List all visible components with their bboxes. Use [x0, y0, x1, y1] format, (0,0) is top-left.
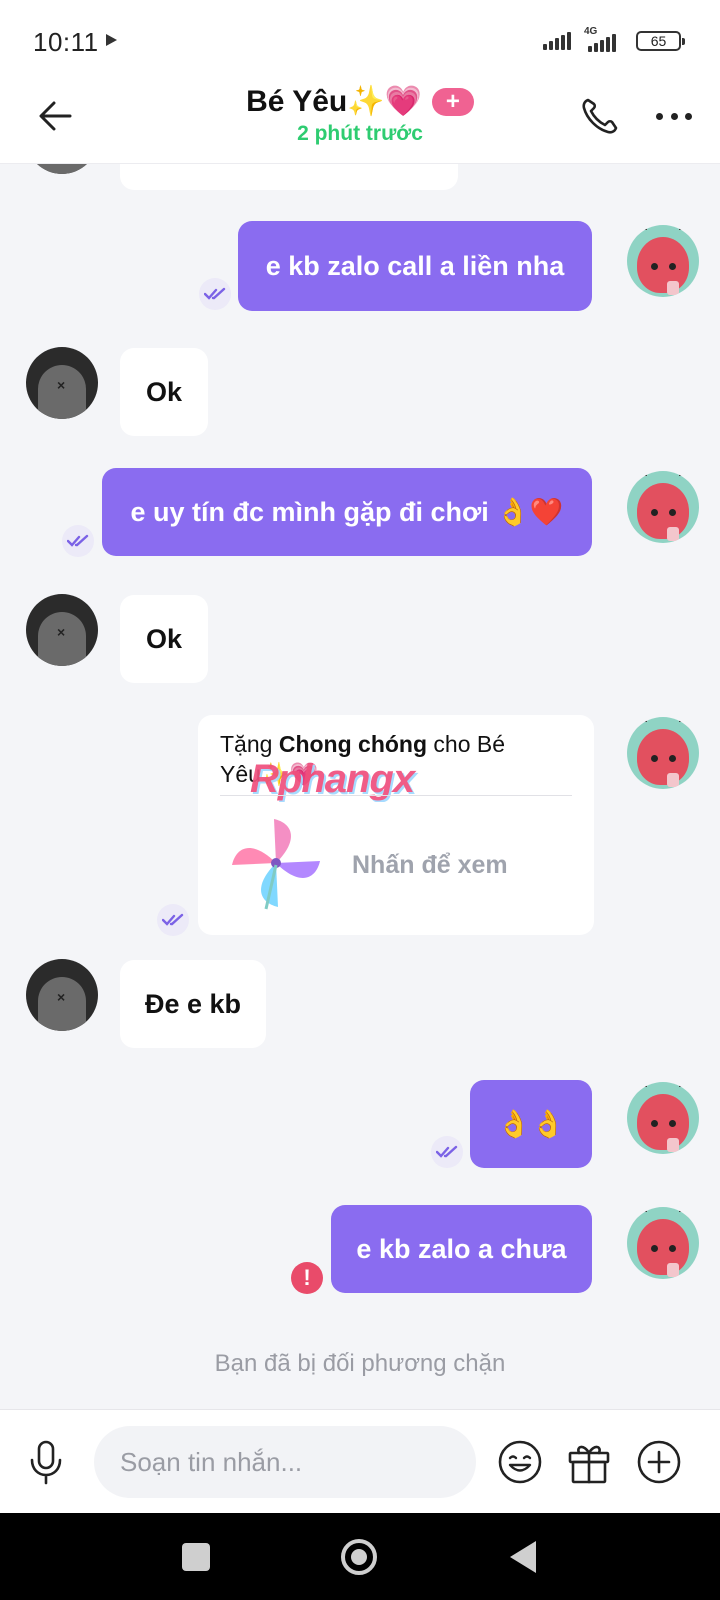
chat-header: Bé Yêu✨💗 + 2 phút trước	[0, 78, 720, 164]
play-icon	[106, 34, 117, 46]
more-dots-icon	[656, 112, 663, 120]
gift-message-card[interactable]: Tặng Chong chóng cho Bé Yêu✨💗 Rphangx Nh…	[198, 715, 594, 935]
gift-icon	[568, 1445, 610, 1484]
status-time: 10:11	[33, 27, 99, 57]
recents-button[interactable]	[182, 1543, 210, 1571]
gift-button[interactable]	[565, 1438, 613, 1486]
contact-avatar[interactable]: ×	[26, 347, 98, 419]
message-list[interactable]: × e kb zalo call a liền nha × Ok e uy tí…	[0, 164, 720, 1409]
contact-name: Bé Yêu✨💗	[246, 85, 422, 118]
my-avatar[interactable]	[627, 225, 699, 297]
message-bubble-incoming[interactable]: Đe e kb	[120, 960, 266, 1048]
double-check-icon	[62, 525, 94, 557]
status-bar: 10:11 4G 65	[0, 0, 720, 78]
message-bubble-incoming[interactable]	[120, 164, 458, 190]
more-options-button[interactable]	[652, 96, 696, 136]
contact-avatar[interactable]: ×	[26, 959, 98, 1031]
emoji-button[interactable]	[496, 1438, 544, 1486]
smiley-icon	[498, 1440, 542, 1484]
gift-name: Chong chóng	[278, 731, 428, 757]
phone-icon	[582, 98, 618, 134]
my-avatar[interactable]	[627, 1082, 699, 1154]
double-check-icon	[431, 1136, 463, 1168]
pinwheel-icon	[232, 819, 320, 910]
microphone-icon	[30, 1440, 62, 1485]
system-back-button[interactable]	[510, 1541, 536, 1573]
contact-avatar[interactable]: ×	[26, 164, 98, 174]
signal-icon	[588, 32, 616, 52]
double-check-icon	[199, 278, 231, 310]
system-navigation-bar	[0, 1513, 720, 1600]
view-gift-link[interactable]: Nhấn để xem	[352, 851, 508, 880]
my-avatar[interactable]	[627, 471, 699, 543]
call-button[interactable]	[578, 94, 622, 138]
voice-message-button[interactable]	[24, 1438, 68, 1486]
contact-avatar[interactable]: ×	[26, 594, 98, 666]
message-bubble-outgoing[interactable]: e uy tín đc mình gặp đi chơi 👌❤️	[102, 468, 592, 556]
message-bubble-outgoing[interactable]: e kb zalo a chưa	[331, 1205, 592, 1293]
double-check-icon	[157, 904, 189, 936]
plus-badge[interactable]: +	[431, 87, 474, 116]
blocked-notice: Bạn đã bị đối phương chặn	[214, 1350, 506, 1377]
message-bubble-outgoing[interactable]: 👌👌	[470, 1080, 592, 1168]
message-bubble-incoming[interactable]: Ok	[120, 595, 208, 683]
add-attachment-button[interactable]	[635, 1438, 683, 1486]
chat-screen: 10:11 4G 65 Bé Yêu✨💗 + 2 phút trước e kb…	[0, 0, 720, 1600]
divider	[220, 795, 572, 796]
my-avatar[interactable]	[627, 1207, 699, 1279]
message-bubble-outgoing[interactable]: e kb zalo call a liền nha	[238, 221, 592, 311]
signal-icon	[543, 30, 571, 50]
plus-circle-icon	[637, 1440, 681, 1484]
message-bubble-incoming[interactable]: Ok	[120, 348, 208, 436]
exclamation-icon[interactable]: !	[291, 1262, 323, 1294]
battery-icon: 65	[636, 31, 685, 51]
message-composer	[0, 1409, 720, 1513]
my-avatar[interactable]	[627, 717, 699, 789]
message-input[interactable]	[94, 1426, 476, 1498]
home-button[interactable]	[341, 1539, 377, 1575]
